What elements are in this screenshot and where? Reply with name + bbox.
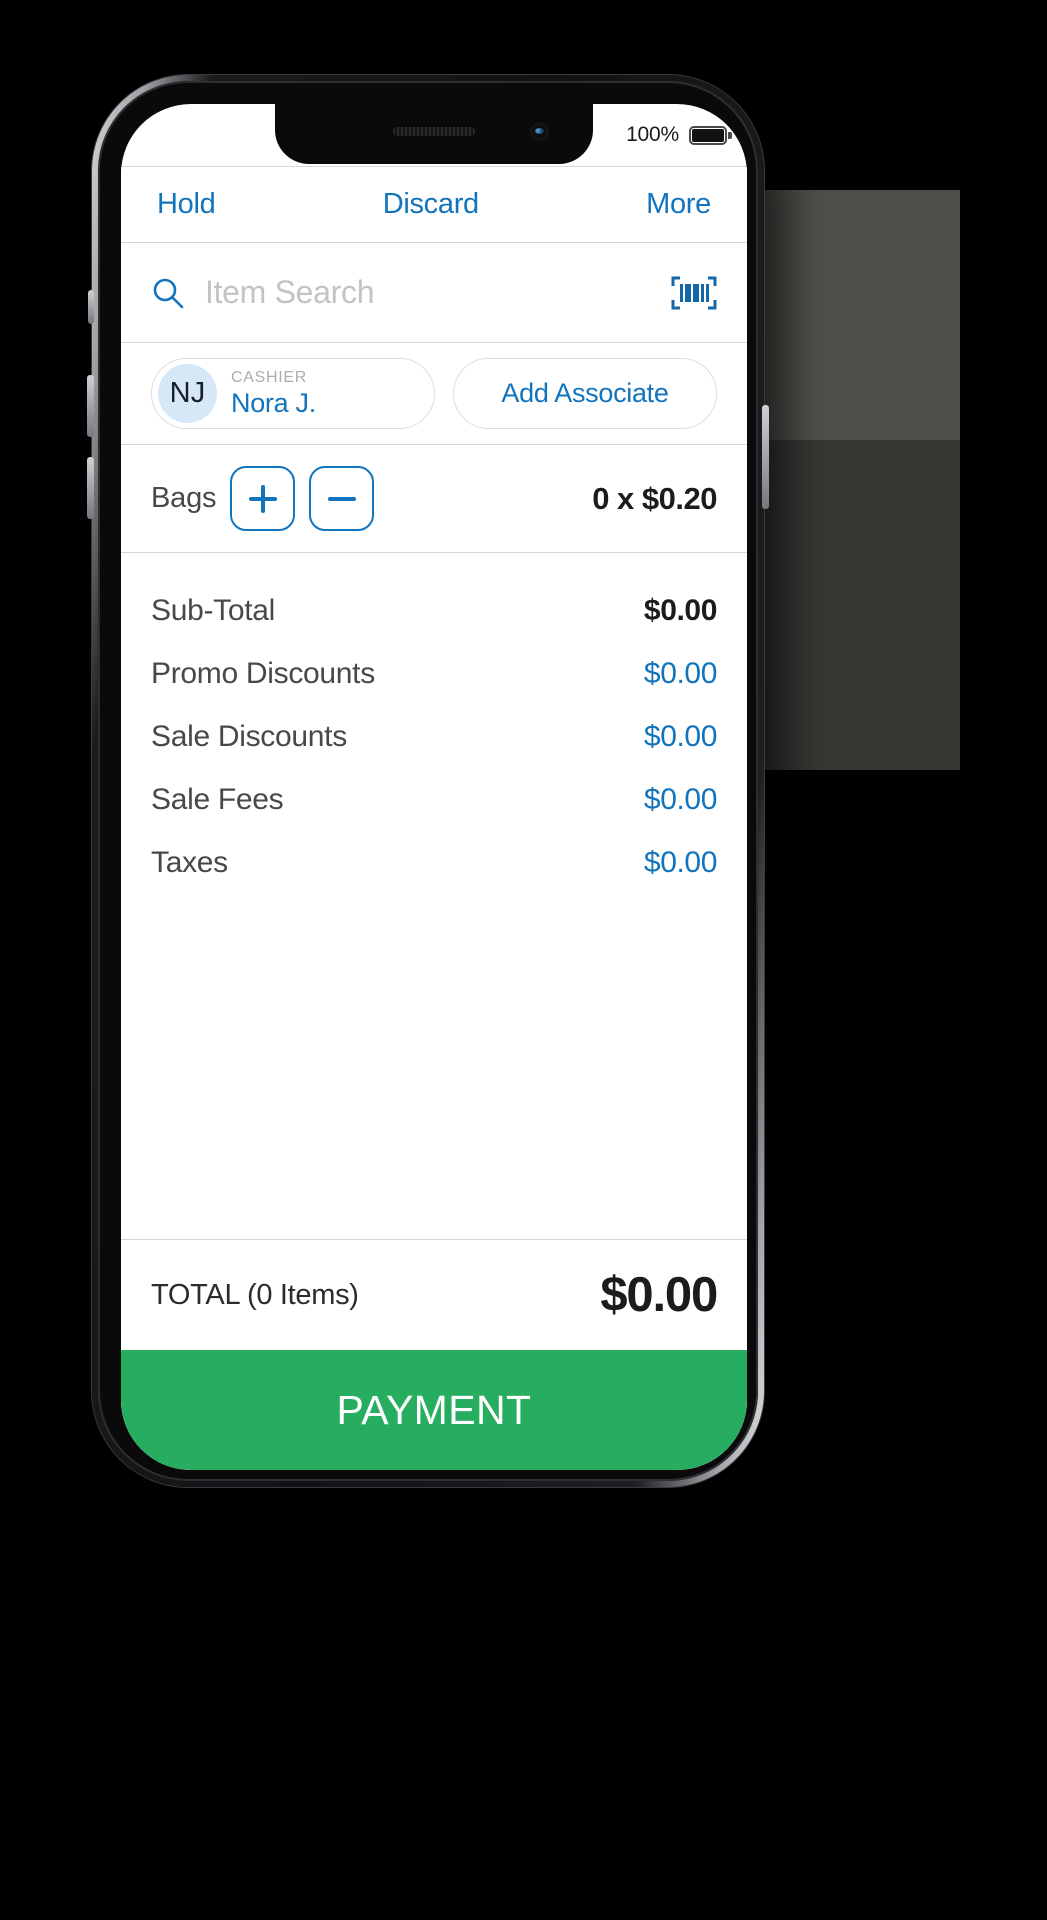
device-notch xyxy=(275,104,593,164)
payment-button[interactable]: PAYMENT xyxy=(121,1350,747,1470)
row-value[interactable]: $0.00 xyxy=(644,657,717,691)
cashier-chip[interactable]: NJ CASHIER Nora J. xyxy=(151,358,435,429)
battery-full-icon xyxy=(689,125,732,145)
row-label: Sub-Total xyxy=(151,593,276,627)
phone-bezel: 100% Hold Discard More Item Search NJ CA… xyxy=(98,81,758,1481)
row-label: Sale Discounts xyxy=(151,719,347,753)
screenshot-canvas: 100% Hold Discard More Item Search NJ CA… xyxy=(0,0,1047,1920)
grand-total-value: $0.00 xyxy=(600,1268,718,1322)
background-artifact xyxy=(760,440,960,770)
barcode-scan-icon[interactable] xyxy=(671,275,717,311)
earpiece-speaker-icon xyxy=(393,127,475,136)
item-search-row xyxy=(121,243,747,342)
bags-row: Bags 0 x $0.20 xyxy=(121,445,747,552)
background-artifact xyxy=(760,190,960,440)
avatar: NJ xyxy=(158,364,217,423)
row-value[interactable]: $0.00 xyxy=(644,846,717,880)
row-value: $0.00 xyxy=(643,593,717,627)
battery-percent-label: 100% xyxy=(626,123,679,146)
cashier-role-label: CASHIER xyxy=(231,368,308,386)
plus-icon xyxy=(248,484,277,513)
associates-row: NJ CASHIER Nora J. Add Associate xyxy=(121,343,747,444)
row-label: Promo Discounts xyxy=(151,656,375,690)
row-value[interactable]: $0.00 xyxy=(644,720,717,754)
volume-down-button[interactable] xyxy=(87,457,94,519)
bags-decrement-button[interactable] xyxy=(309,466,375,531)
search-icon xyxy=(151,276,185,310)
volume-up-button[interactable] xyxy=(87,375,94,437)
status-bar-right: 100% xyxy=(626,123,732,147)
grand-total-label: TOTAL (0 Items) xyxy=(151,1278,359,1311)
row-label: Sale Fees xyxy=(151,782,284,816)
table-row: Sale Fees $0.00 xyxy=(151,768,717,831)
minus-icon xyxy=(327,485,356,513)
top-action-bar: Hold Discard More xyxy=(121,167,747,242)
grand-total-row: TOTAL (0 Items) $0.00 xyxy=(121,1240,747,1350)
bags-quantity-price: 0 x $0.20 xyxy=(592,480,717,516)
table-row: Sub-Total $0.00 xyxy=(151,579,717,642)
cashier-name-label: Nora J. xyxy=(231,387,316,418)
hold-button[interactable]: Hold xyxy=(157,188,216,221)
phone-screen: 100% Hold Discard More Item Search NJ CA… xyxy=(121,104,747,1470)
row-label: Taxes xyxy=(151,845,228,879)
table-row: Promo Discounts $0.00 xyxy=(151,642,717,705)
totals-list: Sub-Total $0.00 Promo Discounts $0.00 Sa… xyxy=(121,553,747,1239)
pos-app: Hold Discard More Item Search NJ CASHIER… xyxy=(121,166,747,1470)
front-camera-icon xyxy=(530,122,549,141)
more-button[interactable]: More xyxy=(646,188,711,221)
table-row: Sale Discounts $0.00 xyxy=(151,705,717,768)
bags-increment-button[interactable] xyxy=(230,466,296,531)
row-value[interactable]: $0.00 xyxy=(644,783,717,817)
power-button[interactable] xyxy=(762,405,769,509)
discard-button[interactable]: Discard xyxy=(383,188,480,221)
table-row: Taxes $0.00 xyxy=(151,831,717,894)
bags-label: Bags xyxy=(151,482,217,514)
add-associate-button[interactable]: Add Associate xyxy=(453,358,717,429)
search-input[interactable] xyxy=(205,274,651,311)
mute-switch[interactable] xyxy=(88,290,94,324)
cashier-info: CASHIER Nora J. xyxy=(231,368,316,418)
phone-device-frame: 100% Hold Discard More Item Search NJ CA… xyxy=(87,75,769,1487)
